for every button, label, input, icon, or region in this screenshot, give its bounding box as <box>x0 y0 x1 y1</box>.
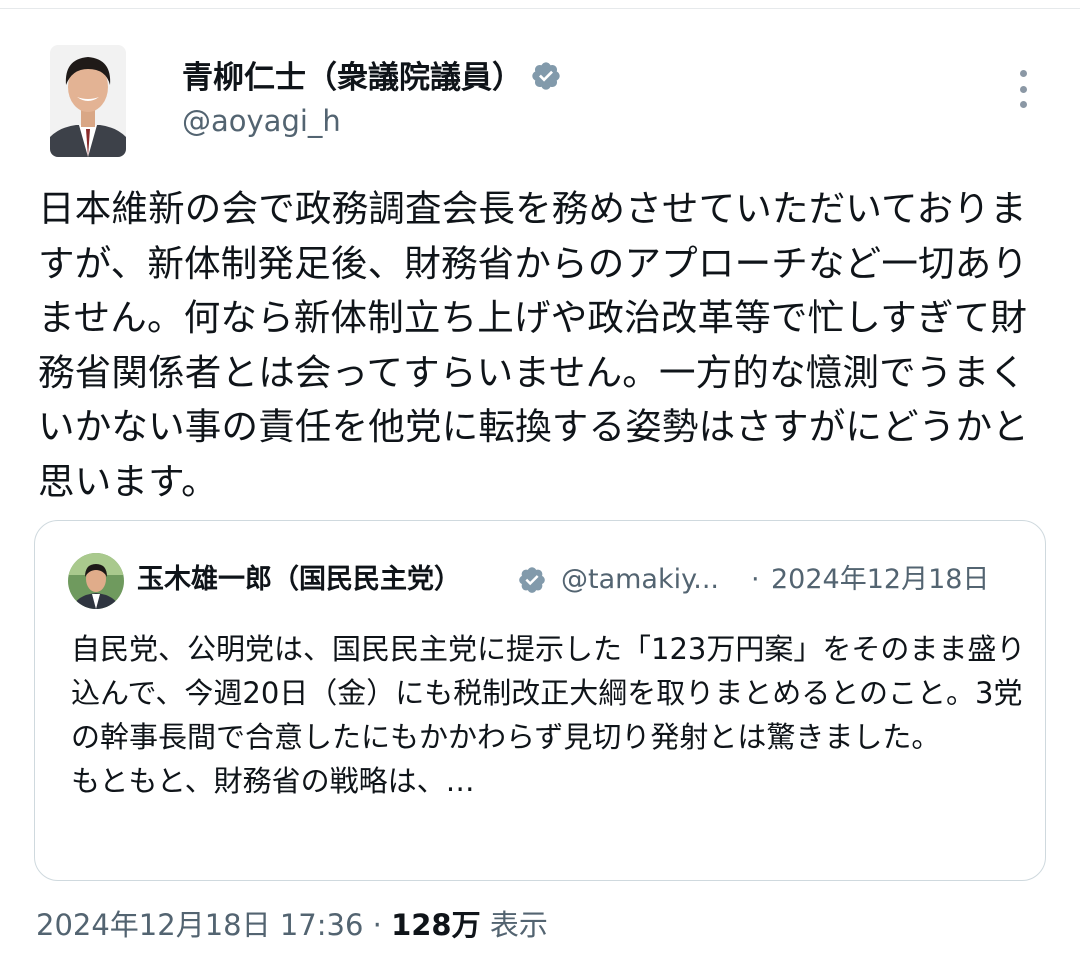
views-label: 表示 <box>480 908 548 942</box>
tweet-text: 日本維新の会で政務調査会長を務めさせていただいておりますが、新体制発足後、財務省… <box>38 187 1029 503</box>
quoted-handle[interactable]: @tamakiy... <box>561 563 719 597</box>
quoted-text: 自民党、公明党は、国民民主党に提示した「123万円案」をそのまま盛り込んで、今週… <box>71 632 1026 798</box>
verified-badge-icon <box>519 567 545 593</box>
tweet-timestamp[interactable]: 2024年12月18日 17:36 <box>36 908 363 942</box>
more-dot <box>1019 101 1027 108</box>
author-display-name[interactable]: 青柳仁士（衆議院議員） <box>182 60 523 96</box>
author-handle[interactable]: @aoyagi_h <box>182 104 341 138</box>
meta-separator: · <box>363 908 392 942</box>
view-count: 128万 <box>391 908 481 942</box>
top-divider <box>0 0 1080 9</box>
more-dot <box>1019 85 1027 93</box>
quoted-separator: · <box>751 564 760 595</box>
verified-badge-icon <box>532 62 560 90</box>
quoted-date[interactable]: 2024年12月18日 <box>771 563 989 597</box>
more-options-icon[interactable] <box>1006 68 1040 110</box>
more-dot <box>1019 70 1027 77</box>
quoted-author-avatar[interactable] <box>68 553 124 609</box>
quoted-tweet-card[interactable]: 玉木雄一郎（国民民主党） @tamakiy... · 2024年12月18日 自… <box>34 520 1046 881</box>
quoted-display-name[interactable]: 玉木雄一郎（国民民主党） <box>137 563 461 597</box>
author-avatar[interactable] <box>50 45 126 157</box>
tweet-meta: 2024年12月18日 17:36 · 128万 表示 <box>36 906 548 944</box>
